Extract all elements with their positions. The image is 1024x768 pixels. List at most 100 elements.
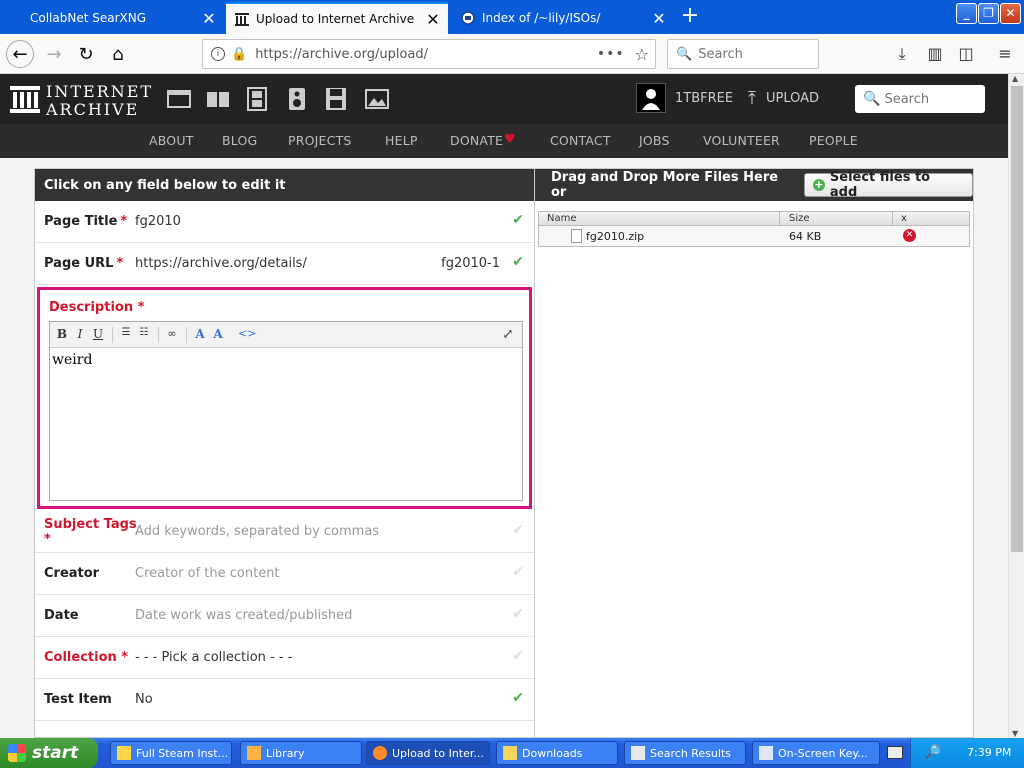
username[interactable]: 1TBFREE (675, 91, 733, 106)
ia-logo[interactable]: INTERNET ARCHIVE (10, 82, 151, 119)
scroll-down-icon[interactable]: ▼ (1012, 729, 1018, 738)
subject-tags-placeholder[interactable]: Add keywords, separated by commas (135, 524, 534, 539)
scroll-up-icon[interactable]: ▲ (1012, 74, 1018, 83)
start-button[interactable]: start (0, 738, 98, 768)
nav-help[interactable]: HELP (385, 133, 418, 148)
clock[interactable]: 7:39 PM (967, 746, 1011, 759)
close-icon[interactable]: ✕ (652, 9, 666, 28)
nav-people[interactable]: PEOPLE (809, 133, 858, 148)
browser-search-bar[interactable]: 🔍 (667, 39, 819, 69)
check-icon: ✔ (512, 522, 524, 538)
nav-jobs[interactable]: JOBS (639, 133, 670, 148)
col-name[interactable]: Name (547, 213, 577, 224)
web-icon[interactable] (166, 87, 192, 111)
test-item-field[interactable]: Test Item No ✔ (35, 679, 534, 721)
remove-format-icon[interactable]: A (210, 327, 226, 343)
files-header: Drag and Drop More Files Here or + Selec… (535, 169, 973, 201)
link-icon[interactable]: ∞ (164, 327, 180, 343)
task-full-steam[interactable]: Full Steam Inst... (110, 741, 232, 765)
sidebar-icon[interactable]: ◫ (956, 44, 976, 64)
keyboard-tray-icon[interactable] (887, 746, 903, 759)
page-title-value[interactable]: fg2010 (135, 214, 534, 229)
collection-select[interactable]: - - - Pick a collection - - - (135, 650, 534, 665)
vertical-scrollbar[interactable]: ▲ ▼ (1008, 74, 1024, 738)
tab-searxng[interactable]: CollabNet SearXNG ✕ (0, 2, 224, 34)
browser-search-input[interactable] (698, 46, 809, 62)
table-row: fg2010.zip 64 KB ✕ (539, 226, 969, 246)
bookmark-star-icon[interactable]: ☆ (635, 45, 649, 64)
source-code-icon[interactable]: <> (238, 327, 256, 343)
minimize-button[interactable]: _ (956, 3, 977, 24)
downloads-icon[interactable]: ⤓ (892, 44, 912, 64)
nav-projects[interactable]: PROJECTS (288, 133, 352, 148)
page-url-value[interactable]: fg2010-1 (441, 256, 500, 271)
video-film-icon[interactable] (244, 87, 270, 111)
maximize-button[interactable]: ❐ (978, 3, 999, 24)
nav-contact[interactable]: CONTACT (550, 133, 611, 148)
close-icon[interactable]: ✕ (426, 10, 440, 29)
date-field[interactable]: Date Date work was created/published ✔ (35, 595, 534, 637)
nav-blog[interactable]: BLOG (222, 133, 257, 148)
close-window-button[interactable]: ✕ (1000, 3, 1021, 24)
nav-volunteer[interactable]: VOLUNTEER (703, 133, 780, 148)
task-library[interactable]: Library (240, 741, 362, 765)
plus-circle-icon: + (812, 178, 825, 191)
reload-button[interactable]: ↻ (72, 40, 100, 68)
fullscreen-icon[interactable]: ⤢ (500, 327, 516, 343)
nav-donate[interactable]: DONATE (450, 133, 503, 148)
nav-about[interactable]: ABOUT (149, 133, 194, 148)
creator-placeholder[interactable]: Creator of the content (135, 566, 534, 581)
collection-field[interactable]: Collection * - - - Pick a collection - -… (35, 637, 534, 679)
new-tab-button[interactable]: + (676, 4, 704, 30)
select-files-button[interactable]: + Select files to add (803, 170, 973, 200)
upload-link[interactable]: ⤒ UPLOAD (748, 88, 819, 109)
forward-button[interactable]: → (40, 40, 68, 68)
back-button[interactable]: ← (6, 40, 34, 68)
images-icon[interactable] (364, 87, 390, 111)
text-color-icon[interactable]: A (192, 327, 208, 343)
audio-speaker-icon[interactable] (284, 87, 310, 111)
editor-body[interactable]: weird (50, 348, 522, 372)
rich-text-editor[interactable]: B I U ☰ ☷ ∞ A A <> ⤢ weird (49, 321, 523, 501)
files-panel: Drag and Drop More Files Here or + Selec… (535, 168, 974, 738)
url-bar[interactable]: i 🔒 https://archive.org/upload/ ••• ☆ (202, 39, 656, 69)
page-actions-icon[interactable]: ••• (597, 46, 625, 62)
info-icon[interactable]: i (211, 47, 225, 61)
software-floppy-icon[interactable] (323, 87, 349, 111)
subject-tags-field[interactable]: Subject Tags * Add keywords, separated b… (35, 511, 534, 553)
library-icon[interactable]: ▥ (925, 44, 945, 64)
italic-icon[interactable]: I (72, 327, 88, 343)
search-icon: 🔍 (676, 46, 693, 62)
page-url-field[interactable]: Page URL * https://archive.org/details/ f… (35, 243, 534, 285)
bold-icon[interactable]: B (54, 327, 70, 343)
col-size[interactable]: Size (789, 213, 810, 224)
menu-icon[interactable]: ≡ (995, 44, 1015, 64)
creator-field[interactable]: Creator Creator of the content ✔ (35, 553, 534, 595)
description-field[interactable]: Description * B I U ☰ ☷ ∞ A A <> ⤢ weird (37, 287, 532, 509)
task-downloads[interactable]: Downloads (496, 741, 618, 765)
tab-index[interactable]: Index of /~lily/ISOs/ ✕ (452, 2, 674, 34)
tab-upload[interactable]: Upload to Internet Archive ✕ (226, 2, 448, 34)
page-title-field[interactable]: Page Title * fg2010 ✔ (35, 201, 534, 243)
user-avatar[interactable] (636, 83, 666, 113)
network-icon[interactable]: 🔎 (925, 745, 941, 760)
scroll-thumb[interactable] (1011, 86, 1023, 552)
home-button[interactable]: ⌂ (104, 40, 132, 68)
ia-search-box[interactable]: 🔍 (855, 85, 985, 113)
remove-file-icon[interactable]: ✕ (903, 229, 916, 242)
upload-page: Click on any field below to edit it Page… (0, 158, 1008, 738)
firefox-icon (373, 746, 387, 760)
texts-book-icon[interactable] (205, 87, 231, 111)
url-text[interactable]: https://archive.org/upload/ (255, 47, 597, 62)
test-item-value[interactable]: No (135, 692, 534, 707)
date-placeholder[interactable]: Date work was created/published (135, 608, 534, 623)
task-search-results[interactable]: Search Results (624, 741, 746, 765)
ia-search-input[interactable] (884, 91, 983, 107)
ordered-list-icon[interactable]: ☰ (118, 327, 134, 343)
task-onscreen-keyboard[interactable]: On-Screen Key... (752, 741, 880, 765)
task-upload[interactable]: Upload to Inter... (366, 741, 490, 765)
bullet-list-icon[interactable]: ☷ (136, 327, 152, 343)
underline-icon[interactable]: U (90, 327, 106, 343)
close-icon[interactable]: ✕ (202, 9, 216, 28)
date-label: Date (44, 608, 79, 623)
